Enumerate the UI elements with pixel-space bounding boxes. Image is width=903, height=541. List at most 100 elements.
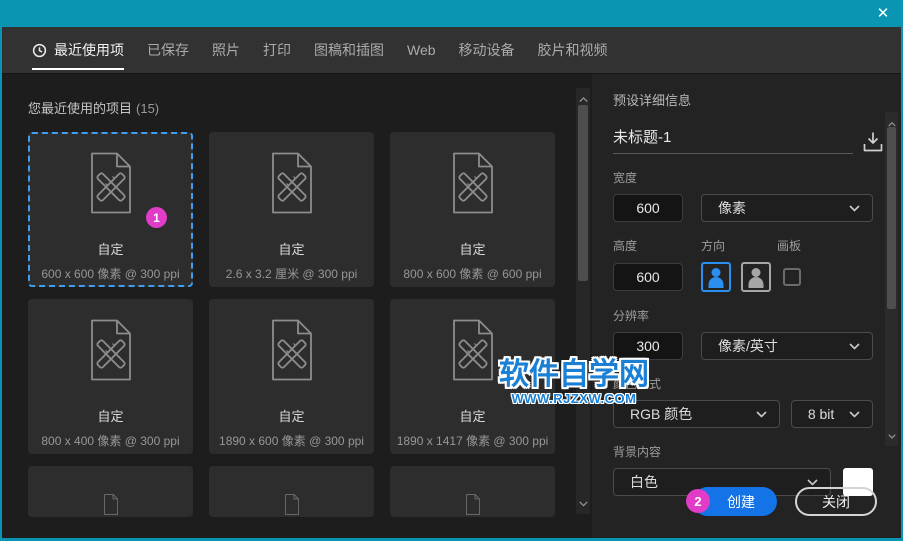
card-title: 自定 — [278, 409, 305, 424]
tab-label: Web — [407, 42, 436, 58]
scrollbar-thumb[interactable] — [578, 105, 588, 281]
recent-card-partial[interactable] — [209, 466, 374, 517]
document-preset-icon — [284, 494, 299, 515]
dialog-footer: 2 创建 关闭 — [686, 487, 877, 516]
card-title: 自定 — [459, 242, 486, 257]
card-subtitle: 800 x 600 像素 @ 600 ppi — [403, 267, 542, 281]
recent-items-panel: 您最近使用的项目 (15) 自定 600 x 600 像素 @ 300 ppi 1 — [2, 74, 592, 538]
create-button[interactable]: 2 创建 — [686, 487, 777, 516]
recent-card[interactable]: 自定 800 x 400 像素 @ 300 ppi — [28, 299, 193, 454]
chevron-down-icon — [756, 410, 767, 418]
window-border-left — [0, 27, 2, 541]
scroll-down-icon[interactable] — [576, 494, 590, 512]
tab-photo[interactable]: 照片 — [212, 27, 240, 73]
bit-depth-dropdown[interactable]: 8 bit — [790, 400, 873, 428]
document-preset-icon — [271, 319, 312, 381]
document-preset-icon — [452, 152, 493, 214]
card-title: 自定 — [97, 409, 124, 424]
document-preset-icon — [103, 494, 118, 515]
document-preset-icon — [452, 319, 493, 381]
card-subtitle: 1890 x 1417 像素 @ 300 ppi — [396, 434, 549, 448]
chevron-down-icon — [849, 204, 860, 212]
chevron-down-icon — [807, 478, 818, 486]
resolution-unit-dropdown[interactable]: 像素/英寸 — [701, 332, 873, 360]
window-close-button[interactable]: ✕ — [872, 3, 894, 24]
document-preset-icon — [90, 152, 131, 214]
details-scrollbar[interactable] — [885, 112, 898, 446]
close-button-label: 关闭 — [822, 493, 850, 510]
tab-mobile[interactable]: 移动设备 — [459, 27, 515, 73]
recent-card-partial[interactable] — [28, 466, 193, 517]
tab-film-video[interactable]: 胶片和视频 — [538, 27, 608, 73]
width-input[interactable] — [613, 194, 683, 222]
width-unit-dropdown[interactable]: 像素 — [701, 194, 873, 222]
artboard-label: 画板 — [777, 239, 802, 253]
resolution-input[interactable] — [613, 332, 683, 360]
chevron-down-icon — [849, 342, 860, 350]
preset-details-panel: 预设详细信息 宽度 像素 高度 方向 画板 — [592, 74, 901, 538]
card-title: 自定 — [97, 242, 124, 257]
tab-saved[interactable]: 已保存 — [147, 27, 189, 73]
tab-recent[interactable]: 最近使用项 — [32, 27, 124, 73]
tab-web[interactable]: Web — [407, 27, 436, 73]
card-subtitle: 2.6 x 3.2 厘米 @ 300 ppi — [225, 267, 358, 281]
recent-card[interactable]: 自定 1890 x 600 像素 @ 300 ppi — [209, 299, 374, 454]
height-input[interactable] — [613, 263, 683, 291]
card-subtitle: 800 x 400 像素 @ 300 ppi — [41, 434, 180, 448]
document-preset-icon — [271, 152, 312, 214]
artboard-checkbox[interactable] — [783, 268, 801, 286]
background-label: 背景内容 — [613, 445, 662, 459]
tutorial-step-badge: 2 — [686, 489, 710, 513]
tab-label: 移动设备 — [458, 42, 515, 58]
recent-card[interactable]: 自定 1890 x 1417 像素 @ 300 ppi — [390, 299, 555, 454]
dropdown-value: 像素/英寸 — [718, 338, 778, 354]
recent-card[interactable]: 自定 2.6 x 3.2 厘米 @ 300 ppi — [209, 132, 374, 287]
recent-items-grid: 自定 600 x 600 像素 @ 300 ppi 1 自定 2.6 x 3.2… — [28, 132, 555, 517]
tab-label: 图稿和插图 — [314, 42, 384, 58]
orientation-label: 方向 — [701, 239, 726, 253]
dropdown-value: 像素 — [718, 200, 746, 216]
clock-icon — [32, 43, 47, 57]
save-preset-icon[interactable] — [861, 130, 885, 154]
tab-label: 已保存 — [147, 42, 189, 58]
card-subtitle: 1890 x 600 像素 @ 300 ppi — [219, 434, 364, 448]
recent-card[interactable]: 自定 600 x 600 像素 @ 300 ppi 1 — [28, 132, 193, 287]
tab-label: 打印 — [263, 42, 291, 58]
card-title: 自定 — [459, 409, 486, 424]
color-mode-label: 颜色模式 — [613, 377, 662, 391]
new-document-dialog: ✕ 最近使用项 已保存 照片 打印 图稿和插图 Web 移动设备 胶片和视频 您… — [0, 0, 903, 541]
chevron-down-icon — [849, 410, 860, 418]
card-title: 自定 — [278, 242, 305, 257]
dropdown-value: RGB 颜色 — [630, 406, 693, 422]
category-tabbar: 最近使用项 已保存 照片 打印 图稿和插图 Web 移动设备 胶片和视频 — [0, 27, 903, 74]
width-label: 宽度 — [613, 171, 638, 185]
recent-list-scrollbar[interactable] — [576, 88, 590, 514]
dropdown-value: 8 bit — [807, 406, 835, 422]
tab-print[interactable]: 打印 — [263, 27, 291, 73]
height-label: 高度 — [613, 239, 638, 253]
create-button-label: 创建 — [727, 493, 755, 510]
recent-items-heading: 您最近使用的项目 (15) — [28, 101, 160, 116]
scrollbar-thumb[interactable] — [887, 127, 896, 309]
tab-label: 胶片和视频 — [537, 42, 608, 58]
document-name-input[interactable] — [613, 126, 853, 154]
color-mode-dropdown[interactable]: RGB 颜色 — [613, 400, 780, 428]
recent-card-partial[interactable] — [390, 466, 555, 517]
recent-items-count: (15) — [136, 101, 160, 116]
resolution-label: 分辨率 — [613, 309, 650, 323]
preset-details-title: 预设详细信息 — [613, 93, 692, 108]
tab-label: 最近使用项 — [54, 42, 124, 58]
recent-card[interactable]: 自定 800 x 600 像素 @ 600 ppi — [390, 132, 555, 287]
portrait-person-icon — [711, 268, 721, 277]
orientation-landscape-button[interactable] — [741, 262, 771, 292]
tutorial-step-badge: 1 — [146, 207, 167, 228]
tab-art-illustration[interactable]: 图稿和插图 — [314, 27, 384, 73]
card-subtitle: 600 x 600 像素 @ 300 ppi — [41, 267, 180, 281]
landscape-person-icon — [751, 268, 761, 277]
scroll-down-icon[interactable] — [885, 426, 898, 444]
orientation-portrait-button[interactable] — [701, 262, 731, 292]
document-preset-icon — [90, 319, 131, 381]
document-preset-icon — [465, 494, 480, 515]
close-button[interactable]: 关闭 — [795, 487, 877, 516]
titlebar: ✕ — [0, 0, 903, 27]
